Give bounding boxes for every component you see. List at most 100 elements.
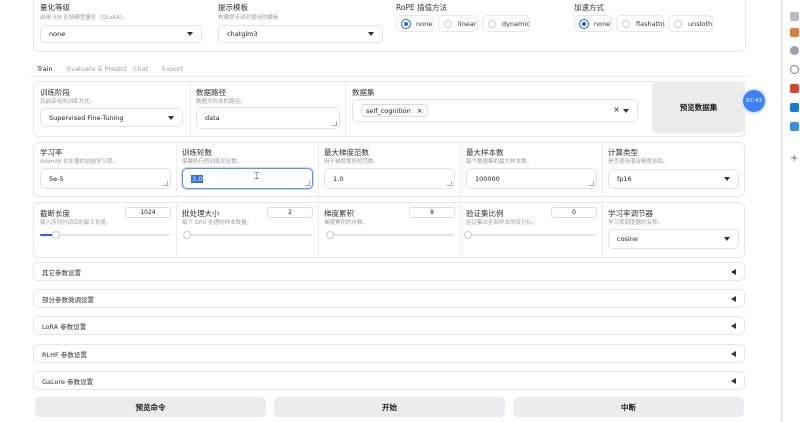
- max-samples-input[interactable]: 100000: [466, 168, 597, 189]
- slider-handle[interactable]: [464, 231, 472, 239]
- template-label: 提示模板: [218, 3, 248, 12]
- accordion-freeze-settings[interactable]: 部分参数微调设置: [33, 289, 745, 308]
- rope-option-dynamic[interactable]: dynamic: [482, 15, 530, 32]
- cutoff-info: 输入序列分词后的最大长度。: [40, 220, 112, 226]
- compute-type-value: fp16: [617, 175, 632, 183]
- stage-value: Supervised Fine-Tuning: [49, 113, 124, 122]
- preview-command-button[interactable]: 预览命令: [35, 397, 266, 417]
- data-dir-value: data: [205, 114, 220, 122]
- slider-handle[interactable]: [51, 231, 60, 239]
- grad-norm-input[interactable]: 1.0: [324, 168, 455, 189]
- app-window: { "top": { "quant": {"label": "量化等级", "i…: [0, 0, 800, 422]
- scheduler-select[interactable]: cosine: [608, 229, 739, 249]
- resize-handle-icon[interactable]: [589, 181, 594, 186]
- gift-icon[interactable]: [790, 28, 799, 37]
- slider-handle[interactable]: [325, 231, 334, 239]
- chevron-down-icon: [168, 115, 174, 120]
- tab-train[interactable]: Train: [37, 65, 53, 73]
- tab-chat[interactable]: Chat: [133, 65, 148, 73]
- accordion-label: GaLore 参数设置: [42, 377, 94, 386]
- stage-info: 目前采用的训练方式。: [40, 99, 96, 105]
- resize-handle-icon[interactable]: [447, 181, 452, 186]
- collapse-arrow-icon: [731, 296, 736, 302]
- accel-option-none[interactable]: none: [574, 15, 612, 32]
- grad-acc-info: 梯度累积的步数。: [324, 220, 369, 226]
- start-button[interactable]: 开始: [274, 397, 505, 417]
- bookmark-icon[interactable]: [790, 12, 799, 21]
- accordion-galore-settings[interactable]: GaLore 参数设置: [33, 371, 745, 390]
- rope-option-none[interactable]: none: [396, 15, 434, 32]
- epochs-input[interactable]: 3.0 ⌶: [182, 168, 313, 189]
- batch-size-number-input[interactable]: 2: [267, 207, 313, 218]
- accordion-label: 其它参数设置: [42, 268, 81, 277]
- outlook-icon[interactable]: [790, 103, 799, 112]
- preview-dataset-button[interactable]: 预览数据集: [652, 81, 745, 133]
- quantization-info: 启用 4/8 比特模型量化（QLoRA）。: [40, 15, 129, 21]
- lr-info: AdamW 优化器的初始学习率。: [40, 159, 119, 165]
- epochs-value: 3.0: [191, 174, 204, 183]
- collapse-arrow-icon: [731, 351, 736, 357]
- accel-option-flashattn[interactable]: flashattn: [616, 15, 665, 32]
- user-icon[interactable]: [790, 46, 799, 55]
- accordion-label: LoRA 参数设置: [42, 322, 87, 331]
- batch-size-info: 每个 GPU 处理的样本数量。: [182, 220, 253, 226]
- dataset-chip-label: self_cognition: [366, 106, 411, 115]
- divider: [176, 203, 177, 257]
- quantization-label: 量化等级: [40, 3, 70, 12]
- accordion-label: RLHF 参数设置: [42, 350, 87, 359]
- template-select[interactable]: chatglm3: [218, 25, 383, 43]
- resize-handle-icon[interactable]: [332, 121, 337, 126]
- val-size-number-input[interactable]: 0: [551, 207, 597, 218]
- val-size-slider-track[interactable]: [468, 234, 596, 236]
- template-info: 构建提示词时使用的模板: [218, 15, 279, 21]
- browser-sidebar-divider: [782, 0, 783, 422]
- accordion-rlhf-settings[interactable]: RLHF 参数设置: [33, 344, 745, 363]
- collapse-arrow-icon: [731, 378, 736, 384]
- accordion-lora-settings[interactable]: LoRA 参数设置: [33, 316, 745, 335]
- zoom-icon[interactable]: [790, 65, 799, 74]
- game-icon[interactable]: [790, 122, 799, 131]
- dataset-multiselect[interactable]: self_cognition × ×: [352, 99, 638, 122]
- stage-select[interactable]: Supervised Fine-Tuning: [40, 108, 183, 127]
- batch-size-slider-track[interactable]: [184, 234, 312, 236]
- divider: [460, 203, 461, 257]
- tab-divider: [28, 76, 750, 77]
- chevron-down-icon[interactable]: [623, 108, 629, 113]
- accel-option-label: unsloth: [688, 19, 713, 28]
- collapse-arrow-icon: [731, 269, 736, 275]
- accel-option-unsloth[interactable]: unsloth: [668, 15, 713, 32]
- cutoff-number-input[interactable]: 1024: [125, 207, 171, 218]
- template-value: chatglm3: [227, 30, 258, 38]
- lr-input[interactable]: 5e-5: [40, 168, 171, 189]
- tab-evaluate-predict[interactable]: Evaluate & Predict: [67, 65, 127, 73]
- tab-export[interactable]: Export: [162, 65, 183, 73]
- grad-acc-slider-track[interactable]: [326, 234, 454, 236]
- divider: [190, 82, 191, 136]
- office-icon[interactable]: [790, 84, 799, 93]
- max-samples-value: 100000: [475, 174, 500, 183]
- quantization-select[interactable]: none: [40, 25, 202, 43]
- radio-icon: [622, 19, 630, 28]
- radio-icon: [488, 19, 496, 28]
- clear-icon[interactable]: ×: [613, 105, 620, 114]
- chevron-down-icon: [368, 32, 374, 36]
- divider: [345, 82, 346, 136]
- scheduler-value: cosine: [617, 235, 638, 243]
- chip-remove-icon[interactable]: ×: [417, 107, 423, 115]
- resize-handle-icon[interactable]: [305, 181, 310, 186]
- timer-badge[interactable]: 07:43: [743, 90, 765, 112]
- val-size-info: 验证集占全部样本的百分比。: [466, 220, 538, 226]
- grad-acc-number-input[interactable]: 8: [409, 207, 455, 218]
- data-dir-input[interactable]: data: [196, 107, 340, 129]
- compute-type-select[interactable]: fp16: [608, 169, 739, 189]
- accordion-other-settings[interactable]: 其它参数设置: [33, 262, 745, 281]
- chevron-down-icon: [724, 237, 730, 241]
- collapse-arrow-icon: [731, 323, 736, 329]
- add-icon[interactable]: +: [790, 153, 798, 164]
- resize-handle-icon[interactable]: [163, 181, 168, 186]
- epochs-info: 需要执行的训练总轮数。: [182, 159, 243, 165]
- slider-handle[interactable]: [182, 231, 191, 239]
- rope-option-linear[interactable]: linear: [438, 15, 478, 32]
- divider: [460, 143, 461, 196]
- abort-button[interactable]: 中断: [513, 397, 744, 417]
